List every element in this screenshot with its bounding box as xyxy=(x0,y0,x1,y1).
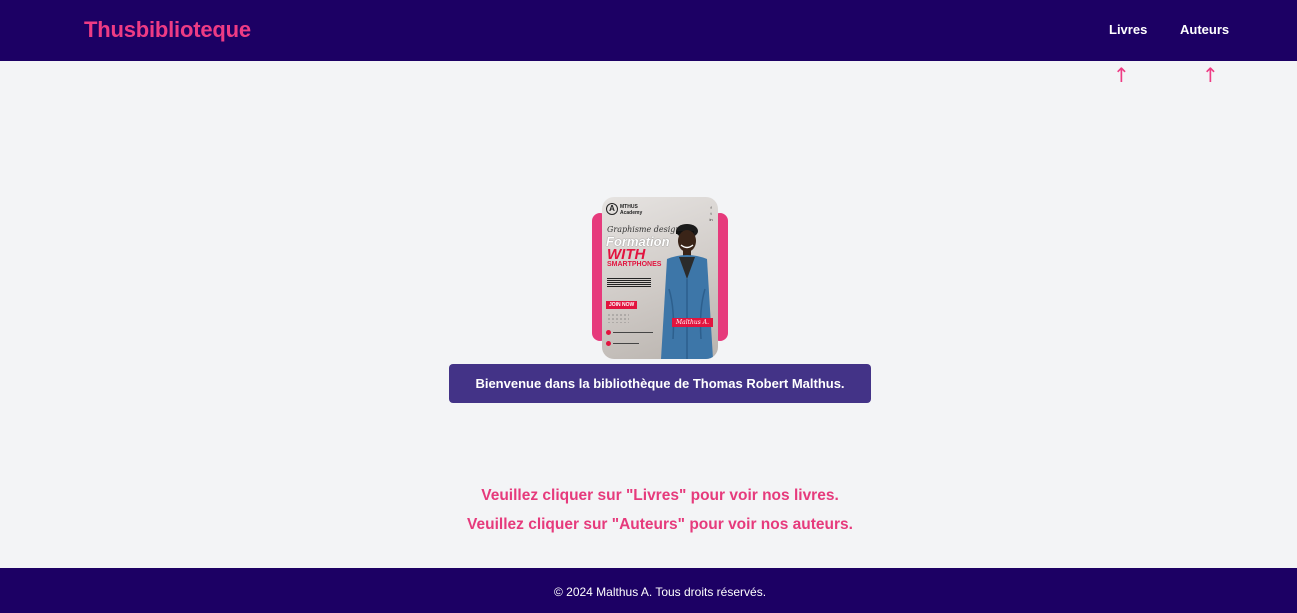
brand-logo-link[interactable]: Thusbiblioteque xyxy=(84,17,251,43)
profile-poster: A MTHUS Academy f t in Graphisme design For… xyxy=(592,197,728,359)
poster-body-lines xyxy=(607,277,655,288)
person-photo xyxy=(661,224,713,359)
poster-cta: JOIN NOW xyxy=(606,301,638,309)
poster-image: A MTHUS Academy f t in Graphisme design For… xyxy=(602,197,718,359)
nav-link-auteurs[interactable]: Auteurs xyxy=(1180,22,1229,37)
poster-contact-email xyxy=(606,330,653,335)
poster-logo-icon: A xyxy=(606,203,618,215)
nav-link-livres[interactable]: Livres xyxy=(1109,22,1147,37)
instruction-auteurs: Veuillez cliquer sur "Auteurs" pour voir… xyxy=(467,516,853,533)
poster-line-4: SMARTPHONES xyxy=(607,261,662,268)
instruction-livres: Veuillez cliquer sur "Livres" pour voir … xyxy=(481,487,839,504)
poster-name-tag: Malthus A. xyxy=(672,318,714,327)
phone-icon xyxy=(606,341,611,346)
mail-icon xyxy=(606,330,611,335)
arrow-up-icon: ↑ xyxy=(1202,63,1219,87)
poster-logo-text: MTHUS Academy xyxy=(620,204,643,216)
top-navbar: Thusbiblioteque Livres Auteurs xyxy=(0,0,1297,61)
copyright-text: © 2024 Malthus A. Tous droits réservés. xyxy=(553,585,767,599)
page-footer: © 2024 Malthus A. Tous droits réservés. xyxy=(0,568,1297,613)
arrow-up-icon: ↑ xyxy=(1113,63,1130,87)
welcome-banner: Bienvenue dans la bibliothèque de Thomas… xyxy=(449,364,871,403)
poster-dots-pattern xyxy=(607,313,629,323)
poster-contact-phone xyxy=(606,341,639,346)
